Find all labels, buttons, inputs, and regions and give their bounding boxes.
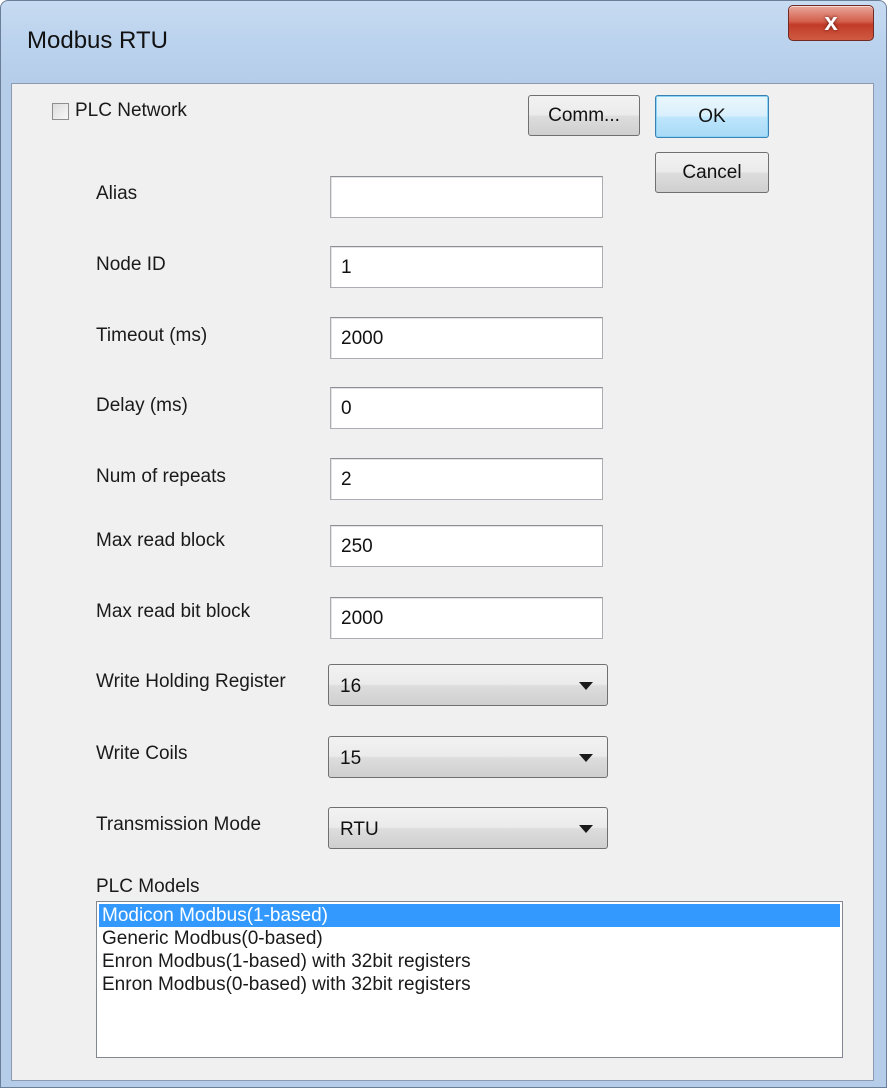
timeout-label: Timeout (ms)	[96, 325, 208, 346]
num-of-repeats-field[interactable]: 2	[330, 458, 603, 500]
ok-button[interactable]: OK	[655, 95, 769, 138]
close-icon: x	[824, 9, 838, 36]
title-bar[interactable]: Modbus RTU x	[1, 1, 886, 83]
max-read-block-field[interactable]: 250	[330, 525, 603, 567]
write-holding-register-label: Write Holding Register	[96, 671, 286, 692]
write-holding-register-select[interactable]: 16	[328, 664, 608, 706]
window-title: Modbus RTU	[27, 27, 168, 54]
max-read-bit-block-field[interactable]: 2000	[330, 597, 603, 639]
chevron-down-icon	[579, 682, 593, 690]
plc-network-label: PLC Network	[75, 100, 187, 121]
checkbox-icon[interactable]	[52, 102, 69, 120]
transmission-mode-value: RTU	[340, 819, 379, 840]
cancel-button[interactable]: Cancel	[655, 152, 769, 193]
plc-models-label: PLC Models	[96, 876, 200, 897]
node-id-field[interactable]: 1	[330, 246, 603, 288]
close-button[interactable]: x	[788, 5, 874, 41]
write-coils-select[interactable]: 15	[328, 736, 608, 778]
chevron-down-icon	[579, 825, 593, 833]
list-item[interactable]: Generic Modbus(0-based)	[99, 927, 840, 950]
timeout-field[interactable]: 2000	[330, 317, 603, 359]
max-read-bit-block-label: Max read bit block	[96, 601, 251, 622]
write-holding-register-value: 16	[340, 676, 362, 697]
max-read-block-label: Max read block	[96, 530, 225, 551]
transmission-mode-select[interactable]: RTU	[328, 807, 608, 849]
list-item[interactable]: Enron Modbus(0-based) with 32bit registe…	[99, 973, 840, 996]
delay-label: Delay (ms)	[96, 395, 188, 416]
delay-field[interactable]: 0	[330, 387, 603, 429]
write-coils-label: Write Coils	[96, 743, 188, 764]
comm-button[interactable]: Comm...	[528, 95, 640, 136]
transmission-mode-label: Transmission Mode	[96, 814, 262, 835]
num-of-repeats-label: Num of repeats	[96, 466, 226, 487]
list-item[interactable]: Modicon Modbus(1-based)	[99, 904, 840, 927]
plc-models-listbox[interactable]: Modicon Modbus(1-based) Generic Modbus(0…	[96, 901, 843, 1058]
alias-field[interactable]	[330, 176, 603, 218]
write-coils-value: 15	[340, 748, 362, 769]
chevron-down-icon	[579, 754, 593, 762]
node-id-label: Node ID	[96, 254, 166, 275]
list-item[interactable]: Enron Modbus(1-based) with 32bit registe…	[99, 950, 840, 973]
plc-network-checkbox[interactable]: PLC Network	[52, 100, 187, 122]
alias-label: Alias	[96, 183, 138, 204]
